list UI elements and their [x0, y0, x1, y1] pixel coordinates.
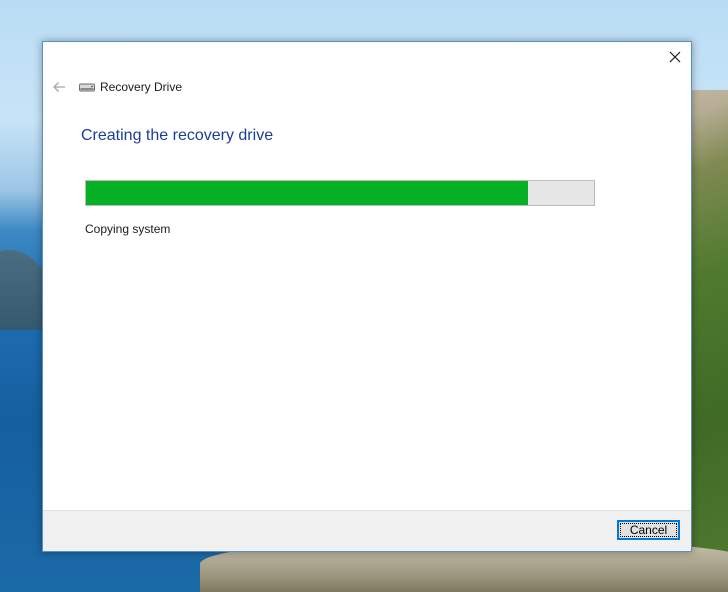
drive-icon [79, 83, 95, 92]
dialog-footer: Cancel [43, 510, 691, 551]
progress-bar-fill [86, 181, 528, 205]
page-heading: Creating the recovery drive [81, 127, 274, 144]
status-text: Copying system [85, 222, 171, 236]
cancel-button[interactable]: Cancel [617, 520, 680, 540]
back-button[interactable] [49, 79, 69, 95]
close-icon [669, 51, 681, 63]
progress-bar [85, 180, 595, 206]
close-button[interactable] [659, 42, 691, 72]
window-titlebar: Recovery Drive [79, 78, 182, 96]
window-title: Recovery Drive [100, 80, 183, 94]
recovery-drive-window: Recovery Drive Creating the recovery dri… [42, 41, 692, 552]
back-arrow-icon [53, 82, 65, 92]
desktop-wallpaper: Recovery Drive Creating the recovery dri… [0, 0, 728, 592]
